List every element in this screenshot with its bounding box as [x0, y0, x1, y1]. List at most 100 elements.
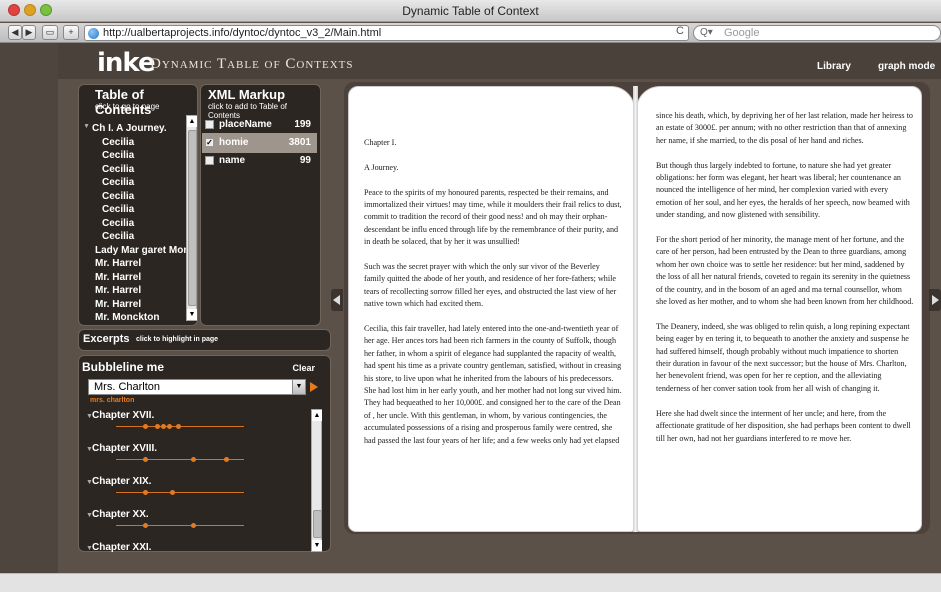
xml-element-count: 3801: [288, 137, 311, 148]
toc-chapter-item[interactable]: ▼ Ch I. A Journey.: [85, 123, 193, 137]
toc-scroll-thumb[interactable]: [188, 130, 197, 306]
page-paragraph: A Journey.: [364, 162, 399, 172]
occurrence-bubble[interactable]: [155, 424, 160, 429]
bubbleline-track: [116, 525, 244, 526]
toc-list-item[interactable]: Mr. Harrel: [85, 299, 193, 313]
scroll-up-arrow-icon[interactable]: ▲: [187, 116, 197, 127]
toc-list-item[interactable]: Mr. Harrel: [85, 272, 193, 286]
bubbleline-chapter[interactable]: ▼ Chapter XVIII.: [86, 442, 311, 475]
toc-list: ▼ Ch I. A Journey. Cecilia Cecilia Cecilia Ce…: [85, 123, 193, 326]
occurrence-bubble[interactable]: [176, 424, 181, 429]
scroll-down-arrow-icon[interactable]: ▼: [187, 309, 197, 320]
bubbleline-chapter-label: Chapter XXI.: [92, 542, 152, 553]
expand-triangle-icon[interactable]: ▼: [85, 123, 90, 130]
excerpts-subtitle: click to highlight in page: [136, 336, 219, 343]
occurrence-bubble[interactable]: [191, 457, 196, 462]
page-paragraph: For the short period of her minority, th…: [656, 235, 914, 307]
character-select[interactable]: Mrs. Charlton ▼: [88, 379, 306, 395]
bubbleline-track: [116, 492, 244, 493]
excerpts-panel[interactable]: Excerpts click to highlight in page: [78, 329, 331, 351]
xml-title: XML Markup: [208, 87, 286, 102]
toc-scrollbar[interactable]: ▲ ▼: [186, 115, 197, 321]
chevron-down-icon[interactable]: ▼: [292, 380, 305, 394]
toc-list-item[interactable]: Cecilia: [85, 191, 193, 205]
occurrence-bubble[interactable]: [143, 523, 148, 528]
toc-list-item[interactable]: Cecilia: [85, 177, 193, 191]
toc-chapter-label: Ch I. A Journey.: [92, 123, 167, 134]
xml-markup-row[interactable]: ✓ homie 3801: [202, 133, 317, 153]
forward-button[interactable]: ▶: [22, 25, 36, 40]
page-paragraph: Peace to the spirits of my honoured pare…: [364, 187, 622, 247]
window-title: Dynamic Table of Context: [402, 4, 539, 18]
toc-list-item[interactable]: Lady Mar garet Monck: [85, 245, 193, 259]
occurrence-bubble[interactable]: [143, 490, 148, 495]
graph-mode-link[interactable]: graph mode: [878, 61, 935, 72]
bubbleline-chapter[interactable]: ▼ Chapter XX.: [86, 508, 311, 541]
globe-icon: [88, 28, 99, 39]
back-button[interactable]: ◀: [8, 25, 22, 40]
occurrence-bubble[interactable]: [224, 457, 229, 462]
search-placeholder: Google: [724, 27, 760, 39]
library-link[interactable]: Library: [817, 61, 851, 72]
clear-button[interactable]: Clear: [292, 363, 315, 373]
toc-list-item[interactable]: Cecilia: [85, 204, 193, 218]
page-paragraph: since his death, which, by depriving her…: [656, 111, 913, 145]
page-paragraph: But though thus largely indebted to fort…: [656, 160, 910, 220]
bubbleline-scroll-thumb[interactable]: [313, 510, 322, 538]
url-text: http://ualbertaprojects.info/dyntoc/dynt…: [103, 27, 382, 39]
checkbox[interactable]: ✓: [205, 138, 214, 147]
toc-list-item[interactable]: Mr. Harrel: [85, 258, 193, 272]
occurrence-bubble[interactable]: [143, 457, 148, 462]
toc-list-item[interactable]: Cecilia: [85, 164, 193, 178]
bubbleline-chapter[interactable]: ▼ Chapter XIX.: [86, 475, 311, 508]
toc-list-item[interactable]: Mr. Monckton: [85, 312, 193, 326]
bubbleline-chapter[interactable]: ▼ Chapter XXI.: [86, 541, 311, 554]
toc-panel: Table of Contents click to go to page ▼ C…: [78, 84, 198, 326]
right-page-text: since his death, which, by depriving her…: [656, 110, 914, 457]
toc-list-item[interactable]: Cecilia: [85, 137, 193, 151]
sidebar-toggle-button[interactable]: ▭: [42, 25, 58, 40]
arrow-left-icon: [333, 295, 340, 305]
search-input[interactable]: Q▾ Google: [693, 25, 941, 41]
app-title: Dynamic Table of Contexts: [150, 56, 354, 72]
toc-list-item[interactable]: Cecilia: [85, 231, 193, 245]
xml-markup-row[interactable]: placeName 199: [202, 115, 317, 135]
arrow-right-icon: [932, 295, 939, 305]
scroll-down-arrow-icon[interactable]: ▼: [312, 540, 322, 551]
browser-toolbar: ◀ ▶ ▭ + http://ualbertaprojects.info/dyn…: [0, 23, 941, 43]
bubbleline-chapter-label: Chapter XVII.: [92, 410, 155, 421]
character-select-value: Mrs. Charlton: [94, 381, 161, 393]
occurrence-bubble[interactable]: [143, 424, 148, 429]
left-page-text: Chapter I. A Journey. Peace to the spirits…: [364, 137, 622, 459]
bubbleline-chapter-label: Chapter XX.: [92, 509, 149, 520]
toc-list-item[interactable]: Cecilia: [85, 218, 193, 232]
occurrence-bubble[interactable]: [191, 523, 196, 528]
next-page-button[interactable]: [929, 289, 941, 311]
scroll-up-arrow-icon[interactable]: ▲: [312, 410, 322, 421]
play-icon[interactable]: [310, 382, 318, 392]
reload-button[interactable]: C: [676, 25, 684, 37]
toc-subtitle: click to go to page: [95, 102, 160, 111]
toc-list-item[interactable]: Cecilia: [85, 150, 193, 164]
bubbleline-scrollbar[interactable]: ▲ ▼: [311, 409, 322, 552]
toc-list-item[interactable]: Mr. Harrel: [85, 285, 193, 299]
bubbleline-chapter-label: Chapter XVIII.: [92, 443, 158, 454]
page-paragraph: The Deanery, indeed, she was obliged to …: [656, 321, 910, 393]
checkbox[interactable]: [205, 120, 214, 129]
xml-element-name: name: [219, 155, 246, 166]
occurrence-bubble[interactable]: [167, 424, 172, 429]
checkbox[interactable]: [205, 156, 214, 165]
bubbleline-chapter-label: Chapter XIX.: [92, 476, 152, 487]
search-icon: Q▾: [700, 27, 713, 38]
url-bar[interactable]: http://ualbertaprojects.info/dyntoc/dynt…: [84, 25, 689, 41]
excerpts-title: Excerpts: [83, 333, 130, 345]
previous-page-button[interactable]: [331, 289, 343, 311]
occurrence-bubble[interactable]: [170, 490, 175, 495]
xml-element-count: 199: [294, 119, 311, 130]
left-margin: [0, 43, 58, 573]
xml-element-name: homie: [219, 137, 249, 148]
add-bookmark-button[interactable]: +: [63, 25, 79, 40]
bubbleline-chapter[interactable]: ▼ Chapter XVII.: [86, 409, 311, 442]
xml-markup-row[interactable]: name 99: [202, 151, 317, 171]
occurrence-bubble[interactable]: [161, 424, 166, 429]
